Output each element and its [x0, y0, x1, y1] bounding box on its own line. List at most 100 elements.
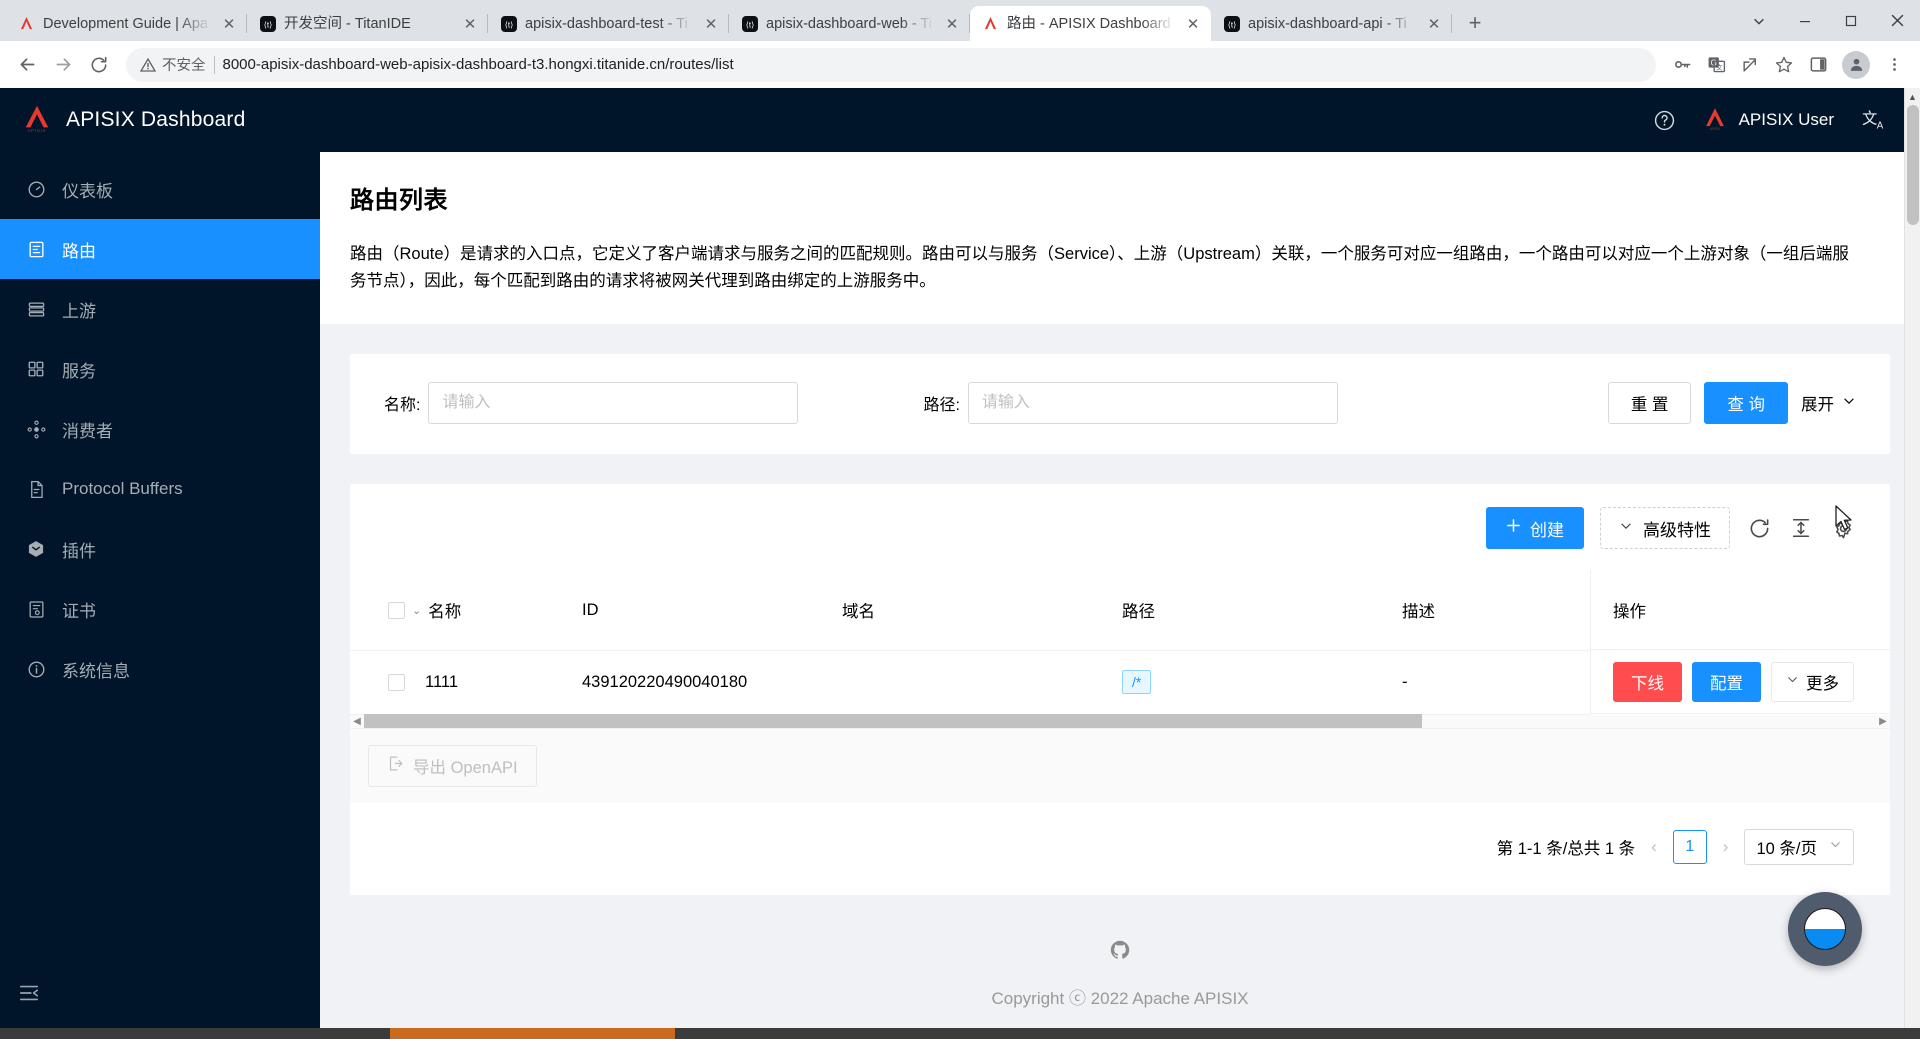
browser-tab-6[interactable]: ⟨t⟩ apisix-dashboard-api - Ti ✕	[1211, 6, 1452, 41]
info-circle-icon	[26, 659, 46, 679]
sidebar-item-certificate[interactable]: 证书	[0, 579, 320, 639]
more-label: 更多	[1806, 670, 1839, 694]
sidebar-item-plugin[interactable]: 插件	[0, 519, 320, 579]
user-name: APISIX User	[1739, 110, 1834, 130]
reset-button[interactable]: 重 置	[1608, 382, 1692, 424]
search-button[interactable]: 查 询	[1704, 382, 1788, 424]
sidebar-item-protocol-buffers[interactable]: Protocol Buffers	[0, 459, 320, 519]
os-taskbar	[0, 1028, 1920, 1039]
window-close-button[interactable]	[1874, 0, 1920, 41]
export-openapi-button[interactable]: 导出 OpenAPI	[368, 745, 537, 787]
scroll-left-icon[interactable]: ◀	[350, 716, 364, 727]
window-maximize-button[interactable]	[1828, 0, 1874, 41]
certificate-icon	[26, 599, 46, 619]
create-route-button[interactable]: 创建	[1486, 507, 1584, 549]
back-button[interactable]	[10, 48, 44, 82]
cell-path: /*	[1122, 650, 1402, 714]
dashboard-icon	[26, 179, 46, 199]
chevron-down-icon[interactable]: ⌄	[412, 604, 421, 617]
floating-action-button[interactable]	[1788, 892, 1862, 966]
more-actions-dropdown[interactable]: 更多	[1771, 662, 1854, 702]
service-icon	[26, 359, 46, 379]
not-secure-indicator[interactable]: 不安全	[140, 54, 206, 75]
tab-close-icon[interactable]: ✕	[460, 14, 480, 34]
column-header-name: ⌄ 名称	[350, 570, 582, 650]
page-scroll-thumb[interactable]	[1907, 105, 1919, 225]
taskbar-active-window[interactable]	[390, 1028, 675, 1039]
window-controls	[1736, 0, 1920, 41]
tab-close-icon[interactable]: ✕	[219, 14, 239, 34]
scroll-right-icon[interactable]: ▶	[1876, 716, 1890, 727]
github-icon[interactable]	[1109, 939, 1131, 966]
page-footer: Copyright ⓒ 2022 Apache APISIX	[320, 895, 1920, 1028]
sidebar-item-service[interactable]: 服务	[0, 339, 320, 399]
new-tab-button[interactable]: +	[1458, 6, 1492, 40]
page-number-1[interactable]: 1	[1673, 830, 1707, 864]
bookmark-star-icon[interactable]	[1768, 49, 1800, 81]
chevron-right-icon[interactable]: ›	[1719, 837, 1733, 857]
translate-icon[interactable]: G文	[1700, 49, 1732, 81]
page-description: 路由（Route）是请求的入口点，它定义了客户端请求与服务之间的匹配规则。路由可…	[350, 241, 1855, 294]
address-bar[interactable]: 不安全 8000-apisix-dashboard-web-apisix-das…	[126, 48, 1656, 82]
browser-tab-4[interactable]: ⟨t⟩ apisix-dashboard-web - Ti ✕	[729, 6, 970, 41]
key-icon[interactable]	[1666, 49, 1698, 81]
column-height-icon[interactable]	[1788, 515, 1814, 541]
tab-close-icon[interactable]: ✕	[1183, 14, 1203, 34]
offline-button[interactable]: 下线	[1613, 662, 1682, 702]
help-circle-icon[interactable]	[1653, 109, 1676, 132]
profile-avatar-icon[interactable]	[1842, 51, 1870, 79]
gear-icon[interactable]	[1830, 515, 1856, 541]
path-filter-input[interactable]	[968, 382, 1338, 424]
sidebar-item-system-info[interactable]: 系统信息	[0, 639, 320, 699]
browser-tab-3[interactable]: ⟨t⟩ apisix-dashboard-test - Ti ✕	[488, 6, 729, 41]
titan-icon: ⟨t⟩	[1223, 15, 1240, 32]
refresh-icon[interactable]	[1746, 515, 1772, 541]
pagination-summary: 第 1-1 条/总共 1 条	[1497, 835, 1635, 859]
window-minimize-button[interactable]	[1782, 0, 1828, 41]
sidebar-item-upstream[interactable]: 上游	[0, 279, 320, 339]
chrome-menu-icon[interactable]	[1878, 49, 1910, 81]
name-filter-input[interactable]	[428, 382, 798, 424]
cell-id: 439120220490040180	[582, 650, 842, 714]
browser-tab-2[interactable]: ⟨t⟩ 开发空间 - TitanIDE ✕	[247, 6, 488, 41]
browser-toolbar: 不安全 8000-apisix-dashboard-web-apisix-das…	[0, 41, 1920, 88]
route-name: 1111	[425, 673, 458, 692]
reload-button[interactable]	[82, 48, 116, 82]
app-topbar: APISIX APISIX User 文A	[320, 88, 1920, 152]
tab-search-icon[interactable]	[1736, 0, 1782, 41]
tab-close-icon[interactable]: ✕	[942, 14, 962, 34]
page-size-select[interactable]: 10 条/页	[1744, 829, 1854, 865]
browser-tab-1[interactable]: Development Guide | Apa ✕	[6, 6, 247, 41]
language-icon[interactable]: 文A	[1860, 107, 1886, 133]
expand-filters-toggle[interactable]: 展开	[1801, 391, 1856, 415]
advanced-features-dropdown[interactable]: 高级特性	[1600, 507, 1730, 549]
app-brand[interactable]: APISIX APISIX Dashboard	[0, 88, 320, 152]
scroll-track[interactable]	[364, 714, 1876, 728]
apisix-logo-icon	[18, 15, 35, 32]
forward-button[interactable]	[46, 48, 80, 82]
scroll-up-icon[interactable]: ▲	[1905, 88, 1920, 105]
main-column: APISIX APISIX User 文A 路由列表 路由（Route）是请求的…	[320, 88, 1920, 1028]
sidebar-item-consumer[interactable]: 消费者	[0, 399, 320, 459]
sidebar-item-label: 证书	[62, 597, 96, 622]
column-header-path: 路径	[1122, 570, 1402, 650]
titan-icon: ⟨t⟩	[741, 15, 758, 32]
tab-close-icon[interactable]: ✕	[701, 14, 721, 34]
apisix-logo-icon: APISIX	[22, 103, 52, 138]
tab-close-icon[interactable]: ✕	[1424, 14, 1444, 34]
side-panel-icon[interactable]	[1802, 49, 1834, 81]
page-scrollbar[interactable]: ▲	[1904, 88, 1920, 1028]
sidebar-item-dashboard[interactable]: 仪表板	[0, 159, 320, 219]
advanced-label: 高级特性	[1643, 516, 1711, 541]
row-select-checkbox[interactable]	[388, 674, 405, 691]
menu-fold-icon[interactable]	[18, 982, 40, 1010]
configure-button[interactable]: 配置	[1692, 662, 1761, 702]
scroll-thumb[interactable]	[364, 714, 1422, 728]
share-icon[interactable]	[1734, 49, 1766, 81]
user-profile[interactable]: APISIX APISIX User	[1702, 105, 1834, 136]
browser-tab-5-active[interactable]: 路由 - APISIX Dashboard ✕	[970, 6, 1211, 41]
chevron-left-icon[interactable]: ‹	[1647, 837, 1661, 857]
table-horizontal-scrollbar[interactable]: ◀ ▶	[350, 715, 1890, 729]
select-all-checkbox[interactable]	[388, 602, 405, 619]
sidebar-item-routes[interactable]: 路由	[0, 219, 320, 279]
